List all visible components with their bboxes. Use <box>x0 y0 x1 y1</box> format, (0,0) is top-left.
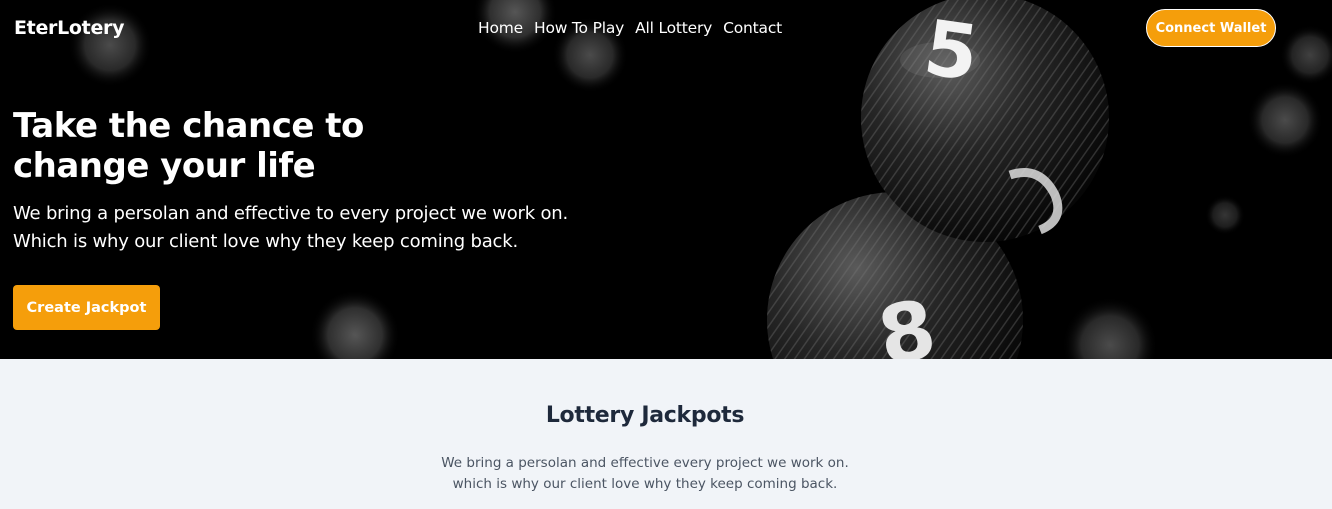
nav-home[interactable]: Home <box>478 19 523 37</box>
section-description-line: We bring a persolan and effective every … <box>441 455 849 471</box>
hero-subtitle-line: We bring a persolan and effective to eve… <box>13 203 569 224</box>
section-title: Lottery Jackpots <box>545 403 745 428</box>
nav-links: Home How To Play All Lottery Contact <box>478 19 782 37</box>
hero-section: 8 5 EterLotery Home How To Play All Lott… <box>0 0 1332 359</box>
hero-subtitle-line: Which is why our client love why they ke… <box>13 231 518 252</box>
jackpots-section: Lottery Jackpots We bring a persolan and… <box>0 359 1332 509</box>
nav-all-lottery[interactable]: All Lottery <box>635 19 712 37</box>
nav-contact[interactable]: Contact <box>723 19 782 37</box>
brand-logo[interactable]: EterLotery <box>14 17 125 39</box>
blurred-ball <box>1062 297 1158 359</box>
connect-wallet-button[interactable]: Connect Wallet <box>1146 9 1276 47</box>
navbar: EterLotery Home How To Play All Lottery … <box>0 0 1332 58</box>
hero-subtitle: We bring a persolan and effective to eve… <box>13 200 593 256</box>
blurred-ball <box>1205 195 1245 235</box>
section-description: We bring a persolan and effective every … <box>0 453 1290 495</box>
hero-content: Take the chance to change your life We b… <box>13 106 593 330</box>
section-description-line: which is why our client love why they ke… <box>452 476 838 492</box>
nav-how-to-play[interactable]: How To Play <box>534 19 624 37</box>
create-jackpot-button[interactable]: Create Jackpot <box>13 285 160 330</box>
hero-title: Take the chance to change your life <box>13 106 364 186</box>
blurred-ball <box>1247 82 1323 158</box>
